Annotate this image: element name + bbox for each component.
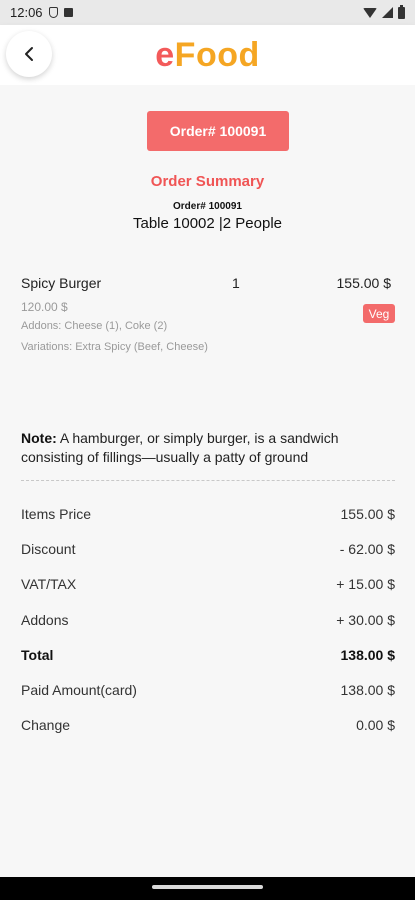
summary-label: Addons: [21, 612, 69, 628]
battery-icon: [398, 4, 405, 19]
paid-amount-row: Paid Amount(card) 138.00 $: [21, 682, 395, 698]
order-details: Order# 100091 Order Summary Order# 10009…: [0, 85, 415, 877]
change-row: Change 0.00 $: [21, 717, 395, 733]
notification-icon: [63, 8, 73, 17]
note-label: Note:: [21, 430, 57, 446]
discount-row: Discount - 62.00 $: [21, 541, 395, 557]
summary-label: Paid Amount(card): [21, 682, 137, 698]
summary-label: Total: [21, 647, 54, 663]
note-text: A hamburger, or simply burger, is a sand…: [21, 430, 339, 465]
item-variations: Variations: Extra Spicy (Beef, Cheese): [21, 341, 208, 353]
back-button[interactable]: [6, 31, 52, 77]
status-right: [363, 4, 405, 19]
addons-row: Addons + 30.00 $: [21, 612, 395, 628]
order-note: Note: A hamburger, or simply burger, is …: [21, 429, 396, 467]
item-quantity: 1: [232, 275, 240, 291]
order-number-label: Order# 100091: [173, 201, 242, 212]
item-unit-price: 120.00 $: [21, 300, 68, 314]
shield-icon: [48, 7, 58, 18]
logo-e: e: [155, 35, 175, 74]
status-time: 12:06: [10, 5, 43, 20]
summary-value: 138.00 $: [340, 682, 396, 698]
summary-value: 138.00 $: [340, 647, 396, 663]
order-number-button[interactable]: Order# 100091: [147, 111, 289, 151]
dashed-divider: [21, 480, 395, 481]
summary-value: - 62.00 $: [339, 541, 395, 557]
back-arrow-icon: [25, 47, 33, 61]
wifi-icon: [363, 7, 377, 18]
status-left: 12:06: [10, 5, 73, 20]
logo-food: Food: [174, 35, 260, 74]
app-logo: eFood: [155, 36, 260, 75]
signal-icon: [382, 7, 393, 18]
order-summary-title: Order Summary: [150, 173, 265, 190]
summary-label: Items Price: [21, 506, 92, 522]
summary-value: 155.00 $: [340, 506, 396, 522]
table-info: Table 10002 |2 People: [132, 215, 283, 232]
summary-value: 0.00 $: [356, 717, 395, 733]
total-row: Total 138.00 $: [21, 647, 395, 663]
items-price-row: Items Price 155.00 $: [21, 506, 395, 522]
summary-value: + 15.00 $: [336, 576, 395, 592]
app-bar: eFood: [0, 25, 415, 85]
vat-tax-row: VAT/TAX + 15.00 $: [21, 576, 395, 592]
system-nav-bar: [0, 877, 415, 900]
summary-label: VAT/TAX: [21, 576, 77, 592]
summary-value: + 30.00 $: [336, 612, 395, 628]
summary-label: Change: [21, 717, 71, 733]
item-name: Spicy Burger: [21, 275, 102, 291]
status-bar: 12:06: [0, 0, 415, 25]
veg-badge: Veg: [363, 304, 395, 323]
item-addons: Addons: Cheese (1), Coke (2): [21, 320, 168, 332]
home-gesture-handle[interactable]: [152, 885, 263, 889]
item-price: 155.00 $: [336, 275, 392, 291]
summary-label: Discount: [21, 541, 76, 557]
